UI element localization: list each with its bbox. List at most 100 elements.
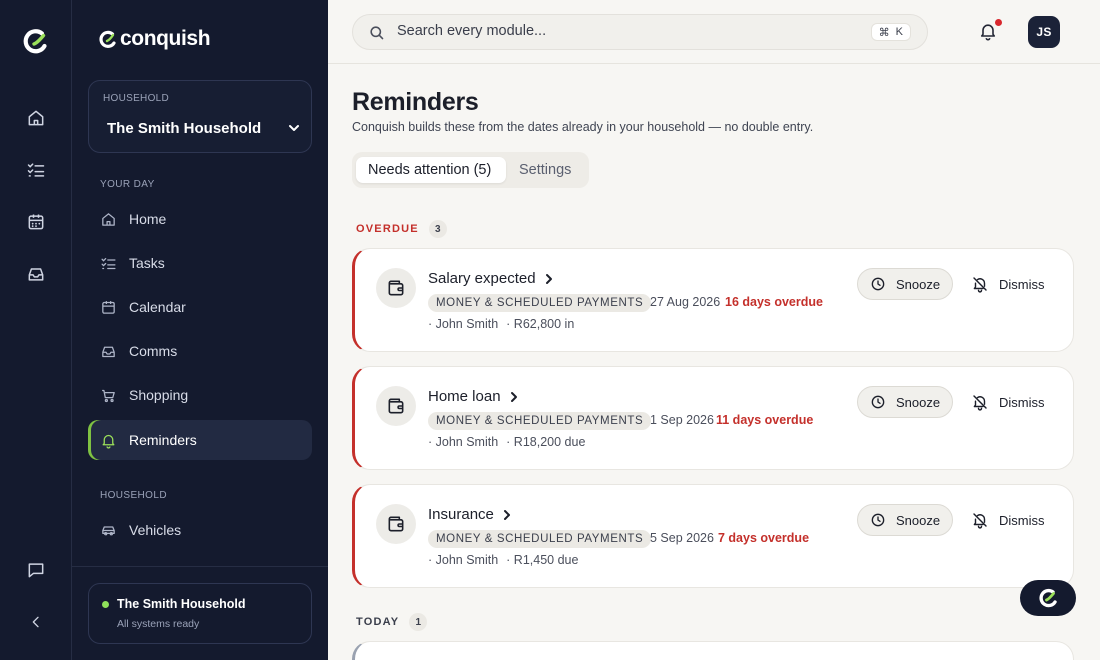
sidebar-item-shopping[interactable]: Shopping xyxy=(88,375,312,415)
dismiss-button[interactable]: Dismiss xyxy=(971,386,1045,418)
snooze-label: Snooze xyxy=(896,276,941,292)
inbox-icon xyxy=(102,346,115,357)
reminder-title-link[interactable]: Salary expected xyxy=(428,270,556,287)
rail-chat-icon[interactable] xyxy=(24,558,48,582)
clock-icon xyxy=(871,395,885,409)
reminder-card[interactable]: Salary expected MONEY & SCHEDULED PAYMEN… xyxy=(352,248,1074,352)
user-avatar[interactable]: JS xyxy=(1028,16,1060,48)
group-count-badge: 3 xyxy=(428,220,447,238)
chevron-right-icon xyxy=(503,509,510,520)
chevron-right-icon xyxy=(545,273,552,284)
household-caption: HOUSEHOLD xyxy=(103,93,170,104)
conquish-mark-icon xyxy=(99,30,116,48)
sidebar-item-label: Calendar xyxy=(129,299,186,315)
sidebar-item-tasks[interactable]: Tasks xyxy=(88,243,312,283)
household-section-label: HOUSEHOLD xyxy=(100,490,167,501)
reminder-card[interactable]: Insurance MONEY & SCHEDULED PAYMENTS 5 S… xyxy=(352,484,1074,588)
notifications-button[interactable] xyxy=(978,19,1002,46)
group-count-badge: 1 xyxy=(409,613,428,631)
page-title: Reminders xyxy=(352,88,479,116)
household-status-card[interactable]: The Smith Household All systems ready xyxy=(88,583,312,644)
rail-tasks-icon[interactable] xyxy=(24,158,48,182)
due-date: 5 Sep 2026 xyxy=(650,531,714,545)
snooze-label: Snooze xyxy=(896,394,941,410)
sidebar-item-home[interactable]: Home xyxy=(88,199,312,239)
cart-icon xyxy=(102,389,115,402)
category-tag: MONEY & SCHEDULED PAYMENTS xyxy=(428,294,652,312)
search-icon xyxy=(370,26,384,40)
sidebar-item-reminders[interactable]: Reminders xyxy=(88,420,312,460)
today-group-header: TODAY 1 xyxy=(356,613,428,631)
sidebar-item-label: Home xyxy=(129,211,167,227)
snooze-label: Snooze xyxy=(896,512,941,528)
collapse-sidebar-icon[interactable] xyxy=(24,610,48,634)
rail-inbox-icon[interactable] xyxy=(24,262,48,286)
group-label: OVERDUE xyxy=(356,223,419,235)
reminder-title-link[interactable]: Insurance xyxy=(428,506,514,523)
icon-rail xyxy=(0,0,72,660)
dismiss-button[interactable]: Dismiss xyxy=(971,268,1045,300)
search-input[interactable] xyxy=(397,23,797,39)
dismiss-label: Dismiss xyxy=(999,394,1045,410)
group-label: TODAY xyxy=(356,616,400,628)
clock-icon xyxy=(871,513,885,527)
reminder-title: Home loan xyxy=(428,388,501,405)
tab-needs-attention[interactable]: Needs attention (5) xyxy=(356,157,506,183)
status-subtitle: All systems ready xyxy=(117,618,200,630)
sidebar-item-calendar[interactable]: Calendar xyxy=(88,287,312,327)
snooze-button[interactable]: Snooze xyxy=(857,386,953,418)
reminder-amount: · R1,450 due xyxy=(506,553,579,567)
brand-logo[interactable]: conquish xyxy=(98,27,211,51)
reminder-card[interactable] xyxy=(352,641,1074,660)
sidebar-item-comms[interactable]: Comms xyxy=(88,331,312,371)
sidebar-item-label: Reminders xyxy=(129,432,197,448)
brand-name: conquish xyxy=(120,27,211,50)
overdue-group-header: OVERDUE 3 xyxy=(356,220,447,238)
reminder-amount: · R18,200 due xyxy=(506,435,586,449)
reminder-tabs: Needs attention (5) Settings xyxy=(352,152,589,188)
status-title: The Smith Household xyxy=(117,597,246,611)
sidebar-item-label: Vehicles xyxy=(129,522,182,538)
wallet-icon xyxy=(376,504,416,544)
tab-settings[interactable]: Settings xyxy=(519,157,571,183)
rail-calendar-icon[interactable] xyxy=(24,210,48,234)
reminder-card[interactable]: Home loan MONEY & SCHEDULED PAYMENTS 1 S… xyxy=(352,366,1074,470)
reminder-person: · John Smith xyxy=(428,435,499,449)
home-icon xyxy=(102,212,115,226)
chevron-down-icon xyxy=(289,125,299,131)
conquish-logo-icon[interactable] xyxy=(22,27,50,55)
reminder-title-link[interactable]: Home loan xyxy=(428,388,521,405)
reminder-meta: · John Smith · R18,200 due xyxy=(428,435,585,449)
reminder-title: Insurance xyxy=(428,506,494,523)
bell-off-icon xyxy=(973,513,987,529)
dismiss-label: Dismiss xyxy=(999,276,1045,292)
snooze-button[interactable]: Snooze xyxy=(857,268,953,300)
due-date: 27 Aug 2026 xyxy=(650,295,721,309)
dismiss-button[interactable]: Dismiss xyxy=(971,504,1045,536)
overdue-label: 16 days overdue xyxy=(725,295,823,309)
sidebar-item-vehicles[interactable]: Vehicles xyxy=(88,510,312,550)
reminder-amount: · R62,800 in xyxy=(506,317,575,331)
snooze-button[interactable]: Snooze xyxy=(857,504,953,536)
reminder-person: · John Smith xyxy=(428,553,499,567)
chevron-right-icon xyxy=(510,391,517,402)
page-subtitle: Conquish builds these from the dates alr… xyxy=(352,120,814,134)
wallet-icon xyxy=(376,386,416,426)
car-icon xyxy=(102,525,115,535)
wallet-icon xyxy=(376,268,416,308)
household-name: The Smith Household xyxy=(107,120,262,137)
sidebar-divider xyxy=(72,566,328,567)
assistant-button[interactable] xyxy=(1020,580,1076,616)
overdue-label: 11 days overdue xyxy=(716,413,814,427)
search-bar[interactable]: ⌘ K xyxy=(352,14,928,50)
sidebar-item-label: Tasks xyxy=(129,255,165,271)
tasks-icon xyxy=(101,257,116,269)
clock-icon xyxy=(871,277,885,291)
your-day-section-label: YOUR DAY xyxy=(100,179,155,190)
status-dot xyxy=(102,601,109,608)
shortcut-hint: ⌘ K xyxy=(870,23,911,41)
shortcut-key: K xyxy=(895,26,903,38)
due-date: 1 Sep 2026 xyxy=(650,413,714,427)
household-switcher[interactable]: HOUSEHOLD The Smith Household xyxy=(88,80,312,153)
rail-home-icon[interactable] xyxy=(24,106,48,130)
